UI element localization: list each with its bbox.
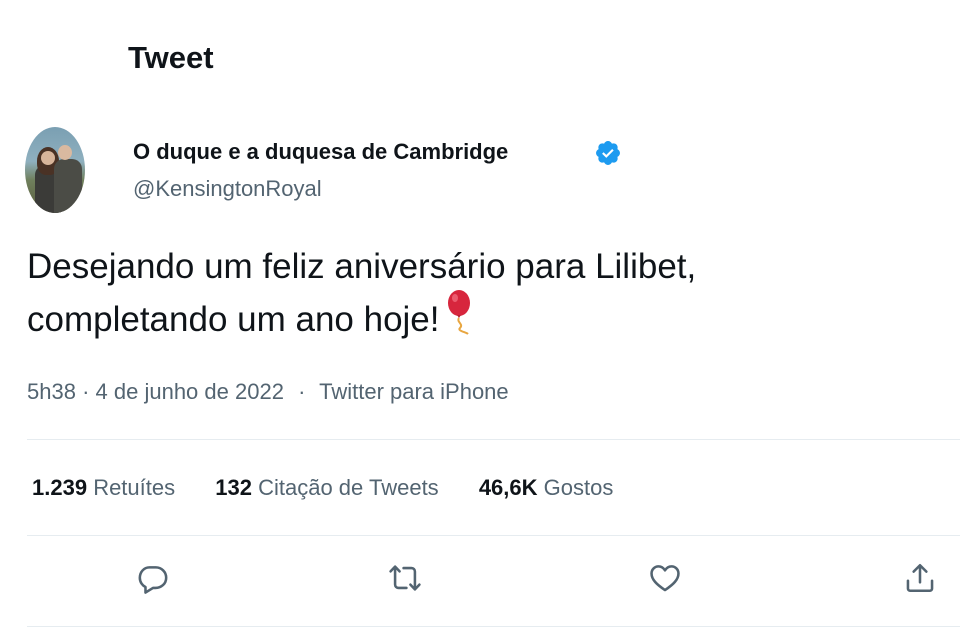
page-title: Tweet: [128, 40, 214, 75]
avatar-face-2: [58, 145, 72, 160]
share-button[interactable]: [900, 558, 940, 598]
tweet-text-line-2-content: completando um ano hoje!: [27, 300, 440, 339]
quotes-stat[interactable]: 132 Citação de Tweets: [215, 475, 445, 500]
retweet-icon: [389, 565, 421, 591]
avatar-person-2: [54, 159, 82, 213]
likes-count: 46,6K: [478, 475, 538, 500]
tweet-text-line-2: completando um ano hoje!: [27, 289, 927, 342]
retweet-button[interactable]: [385, 558, 425, 598]
retweets-stat[interactable]: 1.239 Retuítes: [32, 475, 181, 500]
retweets-label: Retuítes: [93, 475, 176, 500]
divider-top: [27, 439, 960, 440]
tweet-text-line-1: Desejando um feliz aniversário para Lili…: [27, 247, 697, 286]
quotes-count: 132: [215, 475, 252, 500]
avatar-face-1: [41, 151, 55, 165]
tweet-source[interactable]: Twitter para iPhone: [319, 379, 509, 404]
tweet-time[interactable]: 5h38: [27, 379, 76, 404]
share-icon: [906, 563, 934, 593]
tweet-stats: 1.239 Retuítes 132 Citação de Tweets 46,…: [32, 472, 647, 504]
balloon-icon: [447, 290, 470, 335]
tweet-date[interactable]: 4 de junho de 2022: [96, 379, 284, 404]
reply-icon: [138, 566, 168, 594]
likes-stat[interactable]: 46,6K Gostos: [479, 475, 614, 500]
likes-label: Gostos: [543, 475, 614, 500]
divider-bottom: [27, 626, 960, 627]
meta-separator: ·: [82, 379, 90, 404]
divider-middle: [27, 535, 960, 536]
like-button[interactable]: [645, 558, 685, 598]
avatar[interactable]: [25, 127, 85, 213]
author-handle[interactable]: @KensingtonRoyal: [133, 174, 322, 204]
quotes-label: Citação de Tweets: [258, 475, 439, 500]
meta-separator-2: ·: [298, 379, 306, 404]
tweet-meta: 5h38 · 4 de junho de 2022 · Twitter para…: [27, 376, 509, 408]
author-display-name[interactable]: O duque e a duquesa de Cambridge: [133, 137, 508, 167]
like-icon: [650, 565, 680, 592]
retweets-count: 1.239: [32, 475, 88, 500]
reply-button[interactable]: [133, 558, 173, 598]
tweet-text: Desejando um feliz aniversário para Lili…: [27, 245, 927, 342]
verified-badge-icon: [596, 141, 620, 165]
